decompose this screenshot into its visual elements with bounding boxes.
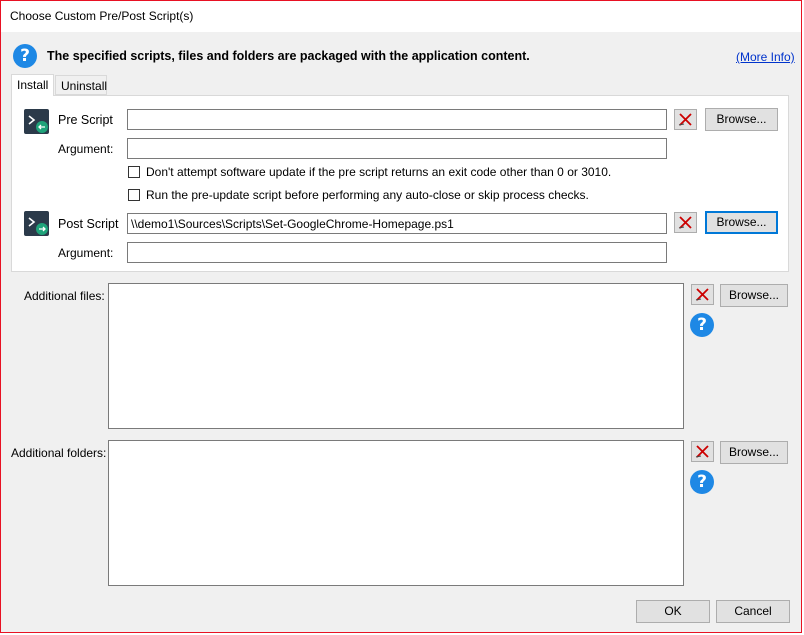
pre-argument-label: Argument: [58, 142, 114, 156]
additional-folders-list[interactable] [108, 440, 684, 586]
cancel-button[interactable]: Cancel [716, 600, 790, 623]
pre-update-checkbox-label: Run the pre-update script before perform… [146, 188, 589, 202]
tab-install[interactable]: Install [11, 74, 54, 96]
post-script-clear-button[interactable] [674, 212, 697, 233]
additional-files-clear-button[interactable] [691, 284, 714, 305]
additional-files-help-icon[interactable]: ? [690, 313, 714, 337]
pre-script-browse-button[interactable]: Browse... [705, 108, 778, 131]
pre-update-checkbox[interactable] [128, 189, 140, 201]
pre-script-clear-button[interactable] [674, 109, 697, 130]
clear-x-icon [695, 445, 709, 458]
post-script-browse-button[interactable]: Browse... [705, 211, 778, 234]
additional-folders-help-icon[interactable]: ? [690, 470, 714, 494]
additional-folders-label: Additional folders: [11, 446, 107, 460]
pre-argument-input[interactable] [127, 138, 667, 159]
more-info-link[interactable]: (More Info) [736, 50, 795, 64]
additional-files-label: Additional files: [24, 289, 105, 303]
post-argument-input[interactable] [127, 242, 667, 263]
install-tab-panel: Pre Script Browse... Argument: Don't att… [11, 95, 789, 272]
pre-script-input[interactable] [127, 109, 667, 130]
exit-code-checkbox-label: Don't attempt software update if the pre… [146, 165, 612, 179]
powershell-pre-icon [24, 109, 49, 134]
pre-script-label: Pre Script [58, 113, 113, 127]
post-script-input[interactable]: \\demo1\Sources\Scripts\Set-GoogleChrome… [127, 213, 667, 234]
ok-button[interactable]: OK [636, 600, 710, 623]
help-circle-icon: ? [13, 44, 37, 68]
title-bar[interactable]: Choose Custom Pre/Post Script(s) [1, 1, 801, 32]
post-argument-label: Argument: [58, 246, 114, 260]
tab-uninstall[interactable]: Uninstall [55, 75, 107, 95]
post-script-label: Post Script [58, 217, 119, 231]
additional-files-list[interactable] [108, 283, 684, 429]
additional-files-browse-button[interactable]: Browse... [720, 284, 788, 307]
header-description: The specified scripts, files and folders… [47, 49, 530, 63]
clear-x-icon [695, 288, 709, 301]
additional-folders-clear-button[interactable] [691, 441, 714, 462]
powershell-post-icon [24, 211, 49, 236]
clear-x-icon [678, 113, 692, 126]
clear-x-icon [678, 216, 692, 229]
dialog-window: Choose Custom Pre/Post Script(s) ? The s… [0, 0, 802, 633]
window-title: Choose Custom Pre/Post Script(s) [10, 9, 194, 23]
additional-folders-browse-button[interactable]: Browse... [720, 441, 788, 464]
exit-code-checkbox[interactable] [128, 166, 140, 178]
